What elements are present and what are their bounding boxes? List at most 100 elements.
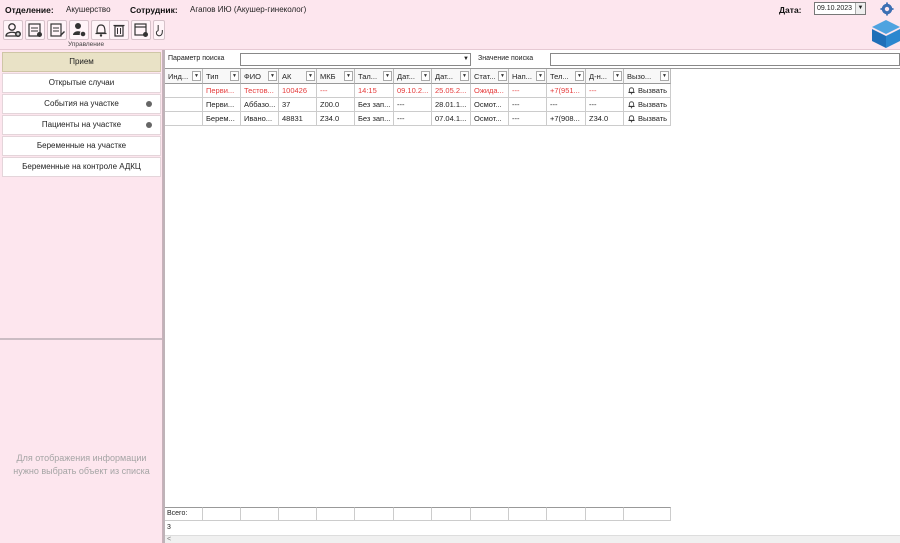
filter-dropdown-icon[interactable]: ▼ <box>613 71 622 81</box>
bell-icon <box>628 101 635 109</box>
table-cell: Осмот... <box>471 112 509 126</box>
call-button-label: Вызвать <box>638 100 668 109</box>
column-header-label: Д-н... <box>589 72 607 81</box>
call-button-label: Вызвать <box>638 114 668 123</box>
column-header[interactable]: Д-н... ▼ <box>586 69 624 84</box>
call-button[interactable]: Вызвать <box>624 112 671 126</box>
header-bar: Отделение: Акушерство Сотрудник: Агапов … <box>0 0 900 50</box>
table-cell: Перви... <box>203 98 241 112</box>
column-header[interactable]: МКБ ▼ <box>317 69 355 84</box>
search-input[interactable] <box>550 53 900 66</box>
filter-dropdown-icon[interactable]: ▼ <box>498 71 507 81</box>
app-logo <box>872 20 900 48</box>
chevron-left-icon[interactable]: < <box>167 536 171 543</box>
column-header-label: Инд... <box>168 72 189 81</box>
left-panel: Прием Открытые случаи События на участке… <box>0 50 163 543</box>
panel-divider[interactable] <box>0 338 162 340</box>
sidebar-item-label: Прием <box>69 57 94 66</box>
filter-dropdown-icon[interactable]: ▼ <box>230 71 239 81</box>
search-param-select[interactable]: ▼ <box>240 53 471 66</box>
call-button[interactable]: Вызвать <box>624 98 671 112</box>
date-picker[interactable]: 09.10.2023 ▼ <box>814 2 866 15</box>
sidebar-item-area-patients[interactable]: Пациенты на участке <box>2 115 161 135</box>
column-header[interactable]: Вызо... ▼ <box>624 69 671 84</box>
bell-icon <box>628 115 635 123</box>
add-patient-button[interactable] <box>3 20 23 40</box>
records-list-button[interactable] <box>25 20 45 40</box>
table-cell: Z00.0 <box>317 98 355 112</box>
table-cell: --- <box>509 98 547 112</box>
column-header-label: АК <box>282 72 292 81</box>
footer-cell <box>432 507 471 521</box>
column-header[interactable]: Тип ▼ <box>203 69 241 84</box>
employee-label: Сотрудник: <box>130 5 178 15</box>
column-header[interactable]: Тел... ▼ <box>547 69 586 84</box>
column-header[interactable]: АК ▼ <box>279 69 317 84</box>
column-header[interactable]: Тал... ▼ <box>355 69 394 84</box>
column-header-label: ФИО <box>244 72 261 81</box>
table-cell: Ивано... <box>241 112 279 126</box>
sidebar-item-area-events[interactable]: События на участке <box>2 94 161 114</box>
edit-record-button[interactable] <box>47 20 67 40</box>
manage-users-button[interactable] <box>69 20 89 40</box>
horizontal-scrollbar[interactable]: < <box>165 535 900 543</box>
filter-dropdown-icon[interactable]: ▼ <box>575 71 584 81</box>
notifications-button[interactable] <box>91 20 111 40</box>
column-header[interactable]: ФИО ▼ <box>241 69 279 84</box>
table-cell: Тестов... <box>241 84 279 98</box>
column-header[interactable]: Нап... ▼ <box>509 69 547 84</box>
total-label: Всего: <box>167 510 188 517</box>
chevron-down-icon[interactable]: ▼ <box>463 56 469 62</box>
filter-dropdown-icon[interactable]: ▼ <box>421 71 430 81</box>
column-header-label: Тал... <box>358 72 378 81</box>
call-button[interactable]: Вызвать <box>624 84 671 98</box>
filter-dropdown-icon[interactable]: ▼ <box>660 71 669 81</box>
column-header-label: МКБ <box>320 72 336 81</box>
sidebar-item-reception[interactable]: Прием <box>2 52 161 72</box>
column-header[interactable]: Дат... ▼ <box>394 69 432 84</box>
table-cell: 48831 <box>279 112 317 126</box>
total-value: 3 <box>167 524 171 531</box>
department-label: Отделение: <box>5 5 54 15</box>
table-cell: Берем... <box>203 112 241 126</box>
table-cell: 37 <box>279 98 317 112</box>
status-dot-icon <box>146 101 152 107</box>
filter-dropdown-icon[interactable]: ▼ <box>268 71 277 81</box>
filter-dropdown-icon[interactable]: ▼ <box>460 71 469 81</box>
trash-icon <box>113 24 125 37</box>
column-header[interactable]: Дат... ▼ <box>432 69 471 84</box>
column-header[interactable]: Инд... ▼ <box>165 69 203 84</box>
filter-dropdown-icon[interactable]: ▼ <box>536 71 545 81</box>
sidebar-item-open-cases[interactable]: Открытые случаи <box>2 73 161 93</box>
gear-icon[interactable] <box>880 2 894 16</box>
column-header[interactable]: Стат... ▼ <box>471 69 509 84</box>
table-cell: Аббазо... <box>241 98 279 112</box>
footer-cell <box>471 507 509 521</box>
empty-state-line: Для отображения информации <box>16 453 147 463</box>
sidebar-item-pregnant-area[interactable]: Беременные на участке <box>2 136 161 156</box>
pointer-button[interactable] <box>153 20 165 40</box>
employee-value: Агапов ИЮ (Акушер-гинеколог) <box>190 5 307 14</box>
table-cell: Z34.0 <box>317 112 355 126</box>
table-cell: 25.05.2... <box>432 84 471 98</box>
call-button-label: Вызвать <box>638 86 668 95</box>
delete-button[interactable] <box>109 20 129 40</box>
chevron-down-icon[interactable]: ▼ <box>855 3 865 14</box>
clipboard-list-icon <box>28 23 42 37</box>
filter-dropdown-icon[interactable]: ▼ <box>306 71 315 81</box>
table-cell: +7(951... <box>547 84 586 98</box>
sidebar-item-label: Беременные на контроле АДКЦ <box>22 162 141 171</box>
footer-cell <box>624 507 671 521</box>
window-settings-button[interactable] <box>131 20 151 40</box>
window-settings-icon <box>134 23 148 37</box>
sidebar-item-label: Открытые случаи <box>48 78 115 87</box>
table-cell: Без зап... <box>355 98 394 112</box>
filter-dropdown-icon[interactable]: ▼ <box>192 71 201 81</box>
filter-dropdown-icon[interactable]: ▼ <box>344 71 353 81</box>
table-cell: --- <box>586 98 624 112</box>
sidebar-item-pregnant-adkc[interactable]: Беременные на контроле АДКЦ <box>2 157 161 177</box>
filter-dropdown-icon[interactable]: ▼ <box>383 71 392 81</box>
table-cell: 07.04.1... <box>432 112 471 126</box>
footer-cell <box>355 507 394 521</box>
table-cell: Без зап... <box>355 112 394 126</box>
